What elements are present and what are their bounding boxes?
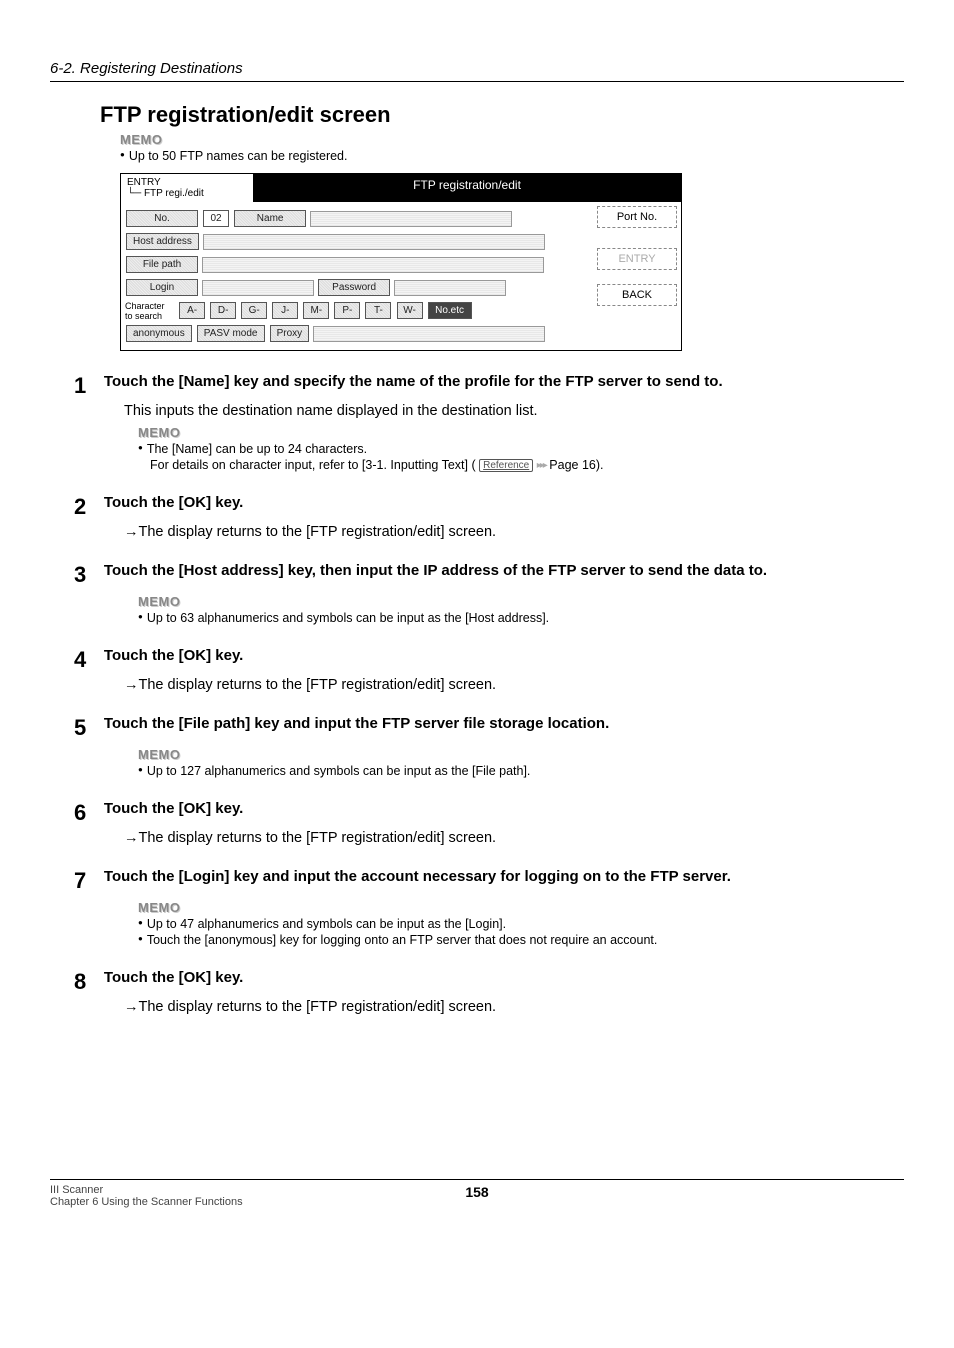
char-search-label: Character to search: [125, 301, 175, 321]
bottom-field: [313, 326, 545, 342]
no-etc-key[interactable]: No.etc: [428, 302, 472, 319]
memo-filepath-length: Up to 127 alphanumerics and symbols can …: [138, 764, 904, 778]
reference-link[interactable]: Reference: [479, 459, 533, 472]
page-footer: III Scanner Chapter 6 Using the Scanner …: [50, 1179, 904, 1208]
page-number: 158: [465, 1184, 488, 1200]
char-p-key[interactable]: P-: [334, 302, 360, 319]
step-1: 1 Touch the [Name] key and specify the n…: [74, 373, 904, 472]
step-6-body: The display returns to the [FTP registra…: [124, 830, 904, 846]
login-field[interactable]: [202, 280, 314, 296]
name-key[interactable]: Name: [234, 210, 306, 227]
memo-label: MEMO: [138, 900, 904, 915]
host-address-field[interactable]: [203, 234, 545, 250]
step-3-title: Touch the [Host address] key, then input…: [104, 562, 767, 579]
page-title: FTP registration/edit screen: [100, 102, 904, 128]
step-4-body: The display returns to the [FTP registra…: [124, 677, 904, 693]
anonymous-key[interactable]: anonymous: [126, 325, 192, 342]
step-6: 6 Touch the [OK] key. The display return…: [74, 800, 904, 846]
memo-name-length: The [Name] can be up to 24 characters.: [138, 442, 904, 456]
arrow-icon: ▸▸▸: [537, 460, 546, 471]
ftp-screenshot: ENTRY └─ FTP regi./edit FTP registration…: [120, 173, 682, 351]
back-button[interactable]: BACK: [597, 284, 677, 306]
step-5-title: Touch the [File path] key and input the …: [104, 715, 609, 732]
step-1-body: This inputs the destination name display…: [124, 403, 904, 419]
memo-label: MEMO: [120, 132, 904, 147]
step-4: 4 Touch the [OK] key. The display return…: [74, 647, 904, 693]
memo-label: MEMO: [138, 594, 904, 609]
login-key[interactable]: Login: [126, 279, 198, 296]
memo-reference-line: For details on character input, refer to…: [150, 458, 904, 472]
step-5: 5 Touch the [File path] key and input th…: [74, 715, 904, 778]
no-key[interactable]: No.: [126, 210, 198, 227]
sc-title: FTP registration/edit: [253, 174, 681, 202]
step-8: 8 Touch the [OK] key. The display return…: [74, 969, 904, 1015]
pasv-mode-key[interactable]: PASV mode: [197, 325, 265, 342]
char-t-key[interactable]: T-: [365, 302, 391, 319]
memo-item: Up to 50 FTP names can be registered.: [120, 149, 904, 163]
memo-ref-post: Page 16).: [549, 458, 603, 472]
file-path-key[interactable]: File path: [126, 256, 198, 273]
memo-label: MEMO: [138, 425, 904, 440]
proxy-key[interactable]: Proxy: [270, 325, 310, 342]
sc-entry-label: ENTRY: [127, 177, 247, 188]
memo-ref-pre: For details on character input, refer to…: [150, 458, 479, 472]
password-field[interactable]: [394, 280, 506, 296]
sc-breadcrumb-text: └─ FTP regi./edit: [127, 188, 247, 199]
step-6-title: Touch the [OK] key.: [104, 800, 243, 817]
step-2-body: The display returns to the [FTP registra…: [124, 524, 904, 540]
no-value: 02: [203, 210, 229, 227]
section-header: 6-2. Registering Destinations: [50, 60, 904, 82]
step-7-title: Touch the [Login] key and input the acco…: [104, 868, 731, 885]
port-no-key[interactable]: Port No.: [597, 206, 677, 228]
char-d-key[interactable]: D-: [210, 302, 236, 319]
char-a-key[interactable]: A-: [179, 302, 205, 319]
step-number: 3: [74, 562, 100, 588]
entry-button[interactable]: ENTRY: [597, 248, 677, 270]
step-2: 2 Touch the [OK] key. The display return…: [74, 494, 904, 540]
char-m-key[interactable]: M-: [303, 302, 329, 319]
step-number: 4: [74, 647, 100, 673]
host-address-key[interactable]: Host address: [126, 233, 199, 250]
step-3: 3 Touch the [Host address] key, then inp…: [74, 562, 904, 625]
password-key[interactable]: Password: [318, 279, 390, 296]
sc-breadcrumb: ENTRY └─ FTP regi./edit: [121, 174, 253, 202]
step-7: 7 Touch the [Login] key and input the ac…: [74, 868, 904, 947]
step-number: 1: [74, 373, 100, 399]
step-number: 7: [74, 868, 100, 894]
memo-login-length: Up to 47 alphanumerics and symbols can b…: [138, 917, 904, 931]
file-path-field[interactable]: [202, 257, 544, 273]
step-number: 2: [74, 494, 100, 520]
intro-memo-block: MEMO Up to 50 FTP names can be registere…: [120, 132, 904, 163]
char-j-key[interactable]: J-: [272, 302, 298, 319]
step-number: 6: [74, 800, 100, 826]
char-w-key[interactable]: W-: [397, 302, 423, 319]
name-field[interactable]: [310, 211, 512, 227]
step-4-title: Touch the [OK] key.: [104, 647, 243, 664]
step-8-body: The display returns to the [FTP registra…: [124, 999, 904, 1015]
step-8-title: Touch the [OK] key.: [104, 969, 243, 986]
step-number: 5: [74, 715, 100, 741]
memo-anonymous: Touch the [anonymous] key for logging on…: [138, 933, 904, 947]
step-2-title: Touch the [OK] key.: [104, 494, 243, 511]
step-number: 8: [74, 969, 100, 995]
memo-label: MEMO: [138, 747, 904, 762]
step-1-title: Touch the [Name] key and specify the nam…: [104, 373, 723, 390]
memo-host-length: Up to 63 alphanumerics and symbols can b…: [138, 611, 904, 625]
char-g-key[interactable]: G-: [241, 302, 267, 319]
